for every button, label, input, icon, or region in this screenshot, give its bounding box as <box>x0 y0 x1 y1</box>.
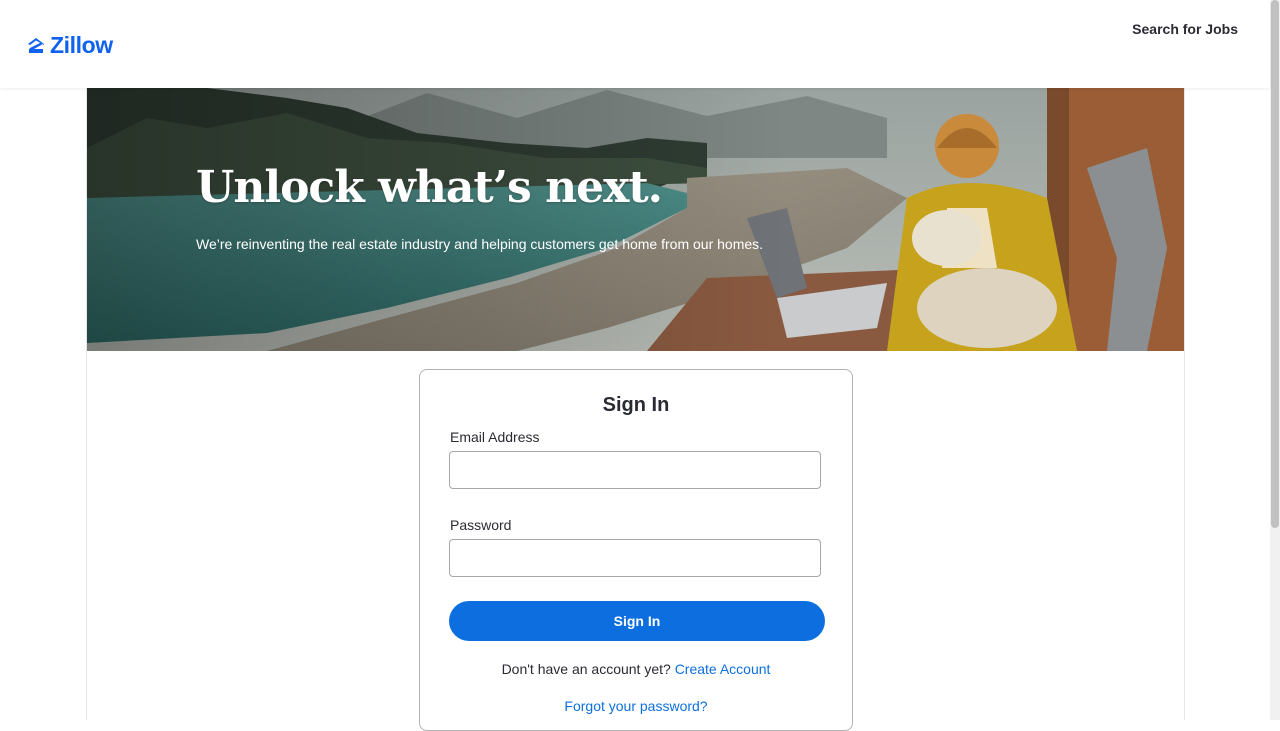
email-field[interactable] <box>449 451 821 489</box>
email-label: Email Address <box>450 429 540 445</box>
hero-subtitle: We’re reinventing the real estate indust… <box>196 236 764 252</box>
logo-wordmark: Zillow <box>50 32 113 58</box>
create-account-row: Don't have an account yet? Create Accoun… <box>420 661 852 677</box>
hero-banner: Unlock what’s next. We’re reinventing th… <box>87 88 1184 351</box>
top-navigation: Zillow Search for Jobs <box>0 0 1270 88</box>
password-field[interactable] <box>449 539 821 577</box>
scrollbar-thumb[interactable] <box>1271 0 1279 528</box>
signin-card: Sign In Email Address Password Sign In D… <box>419 369 853 731</box>
hero-title: Unlock what’s next. <box>196 162 663 213</box>
hero-overlay <box>87 88 787 351</box>
password-label: Password <box>450 517 512 533</box>
zillow-logo[interactable]: Zillow <box>26 34 113 57</box>
signin-button[interactable]: Sign In <box>449 601 825 641</box>
forgot-password-link[interactable]: Forgot your password? <box>564 698 707 714</box>
create-account-link[interactable]: Create Account <box>675 661 771 677</box>
no-account-text: Don't have an account yet? <box>501 661 671 677</box>
zillow-logo-mark-icon <box>28 37 44 53</box>
page-content: Unlock what’s next. We’re reinventing th… <box>86 88 1185 731</box>
page-scrollbar[interactable] <box>1270 0 1280 720</box>
signin-heading: Sign In <box>602 394 670 416</box>
forgot-password-row: Forgot your password? <box>420 698 852 714</box>
search-for-jobs-link[interactable]: Search for Jobs <box>1132 21 1238 37</box>
